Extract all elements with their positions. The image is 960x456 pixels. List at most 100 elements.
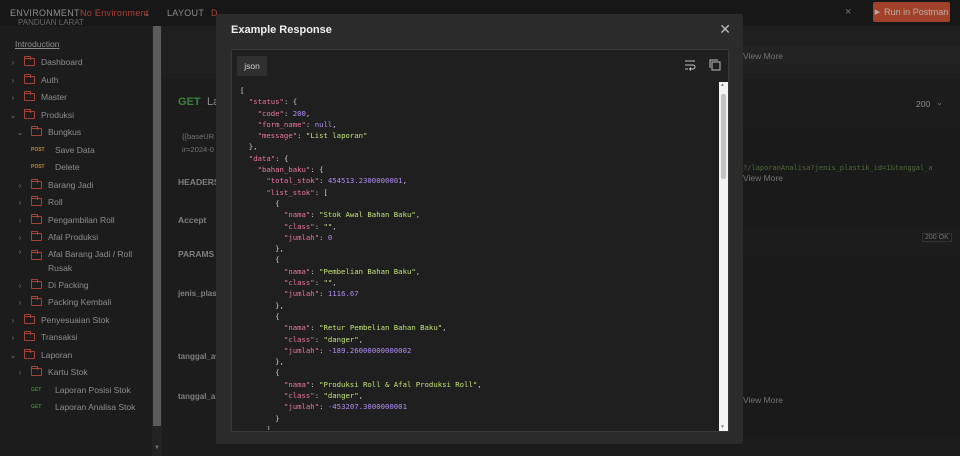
json-punctuation: : { bbox=[310, 165, 324, 175]
json-punctuation: : { bbox=[275, 153, 289, 163]
code-line: "total_stok": 454513.2300000001, bbox=[240, 175, 718, 186]
json-number: 454513.2300000001 bbox=[327, 176, 403, 186]
json-punctuation: : bbox=[297, 131, 306, 141]
json-punctuation: [ bbox=[240, 86, 245, 95]
code-line: "message": "List laporan" bbox=[240, 130, 718, 141]
code-line: [ bbox=[240, 85, 718, 96]
json-key: "message" bbox=[257, 131, 298, 141]
json-punctuation: }, bbox=[240, 300, 284, 310]
json-number: null bbox=[314, 119, 333, 129]
json-key: "form_name" bbox=[257, 119, 306, 129]
json-punctuation bbox=[240, 176, 266, 185]
json-punctuation: , bbox=[305, 108, 311, 118]
json-punctuation: : bbox=[314, 278, 324, 288]
code-line: }, bbox=[240, 356, 718, 367]
json-string: "" bbox=[323, 221, 333, 231]
code-line: }, bbox=[240, 300, 718, 311]
code-line: { bbox=[240, 311, 718, 322]
code-line: }, bbox=[240, 243, 718, 254]
json-punctuation bbox=[240, 154, 249, 163]
json-punctuation: { bbox=[240, 368, 280, 378]
json-code-block: [ "status": { "code": 200, "form_name": … bbox=[240, 85, 718, 430]
json-punctuation bbox=[240, 402, 284, 411]
code-line: "status": { bbox=[240, 96, 718, 107]
json-punctuation: : bbox=[319, 402, 328, 412]
json-key: "class" bbox=[283, 278, 315, 288]
json-punctuation: , bbox=[332, 221, 337, 231]
example-response-modal: Example Response ✕ json [ "status": { "c… bbox=[216, 14, 743, 444]
json-key: "nama" bbox=[283, 323, 311, 333]
json-string: "Stok Awal Bahan Baku" bbox=[319, 210, 416, 220]
json-key: "class" bbox=[283, 221, 315, 231]
copy-icon[interactable] bbox=[708, 58, 722, 72]
json-punctuation: }, bbox=[240, 244, 284, 254]
json-punctuation bbox=[240, 131, 258, 140]
json-punctuation: { bbox=[240, 255, 280, 265]
json-string: "Pembelian Bahan Baku" bbox=[319, 266, 416, 276]
json-key: "status" bbox=[248, 97, 284, 107]
code-line: "nama": "Pembelian Bahan Baku", bbox=[240, 266, 718, 277]
code-line: "nama": "Produksi Roll & Afal Produksi R… bbox=[240, 379, 718, 390]
code-scroll-thumb[interactable] bbox=[721, 94, 726, 179]
code-line: "jumlah": 1116.67 bbox=[240, 288, 718, 299]
json-key: "jumlah" bbox=[283, 289, 320, 299]
json-punctuation: , bbox=[402, 176, 407, 186]
json-punctuation: : bbox=[305, 119, 315, 129]
response-panel: json [ "status": { "code": 200, "form_na… bbox=[231, 49, 729, 432]
code-line: "form_name": null, bbox=[240, 119, 718, 130]
tab-json[interactable]: json bbox=[237, 56, 267, 76]
close-icon[interactable]: ✕ bbox=[719, 21, 731, 38]
json-punctuation: : { bbox=[283, 97, 298, 107]
json-punctuation: : bbox=[314, 334, 324, 344]
json-number: 0 bbox=[327, 232, 333, 242]
json-key: "total_stok" bbox=[266, 176, 320, 186]
json-punctuation: : bbox=[310, 323, 320, 333]
json-punctuation bbox=[240, 109, 258, 118]
json-punctuation bbox=[240, 120, 258, 129]
scroll-up-icon[interactable]: ▲ bbox=[720, 82, 725, 88]
code-line: "class": "danger", bbox=[240, 390, 718, 401]
code-line: } bbox=[240, 413, 718, 424]
json-string: "Produksi Roll & Afal Produksi Roll" bbox=[319, 379, 478, 389]
json-key: "nama" bbox=[283, 210, 311, 220]
json-punctuation bbox=[240, 233, 284, 242]
code-line: "data": { bbox=[240, 153, 718, 164]
json-punctuation: : bbox=[310, 266, 320, 276]
json-punctuation: , bbox=[477, 379, 482, 389]
code-line: "jumlah": -189.26000000000002 bbox=[240, 345, 718, 356]
json-punctuation: : bbox=[319, 176, 328, 186]
code-line: { bbox=[240, 367, 718, 378]
modal-title: Example Response bbox=[231, 24, 332, 36]
json-punctuation bbox=[240, 346, 284, 355]
json-punctuation: , bbox=[442, 323, 447, 333]
json-number: -189.26000000000002 bbox=[327, 345, 412, 355]
json-punctuation bbox=[240, 210, 284, 219]
json-punctuation: , bbox=[358, 391, 364, 401]
json-key: "nama" bbox=[283, 379, 311, 389]
json-number: 1116.67 bbox=[327, 289, 359, 299]
scroll-down-icon[interactable]: ▼ bbox=[720, 424, 725, 430]
code-line: "class": "", bbox=[240, 277, 718, 288]
json-key: "jumlah" bbox=[283, 402, 320, 412]
json-punctuation: ] bbox=[240, 424, 271, 430]
code-line: { bbox=[240, 254, 718, 265]
json-key: "class" bbox=[283, 391, 315, 401]
json-key: "jumlah" bbox=[283, 232, 320, 242]
json-punctuation bbox=[240, 267, 284, 276]
json-string: "danger" bbox=[323, 334, 359, 344]
code-line: "bahan_baku": { bbox=[240, 164, 718, 175]
json-punctuation bbox=[240, 188, 266, 197]
json-punctuation: , bbox=[358, 334, 364, 344]
json-punctuation: , bbox=[332, 119, 337, 129]
code-line: ] bbox=[240, 424, 718, 430]
code-line: "jumlah": 0 bbox=[240, 232, 718, 243]
json-key: "class" bbox=[283, 334, 315, 344]
json-string: "danger" bbox=[323, 391, 359, 401]
json-string: "Retur Pembelian Bahan Baku" bbox=[319, 323, 443, 333]
code-line: "nama": "Stok Awal Bahan Baku", bbox=[240, 209, 718, 220]
code-line: "list_stok": [ bbox=[240, 187, 718, 198]
json-string: "List laporan" bbox=[305, 131, 368, 141]
json-punctuation: , bbox=[415, 210, 421, 220]
json-punctuation bbox=[240, 165, 258, 174]
wrap-lines-icon[interactable] bbox=[683, 58, 697, 72]
